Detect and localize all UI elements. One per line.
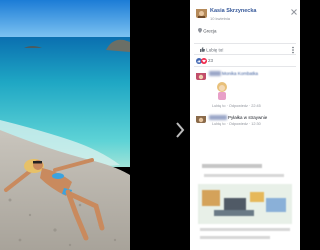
commenter-name-redacted: [209, 115, 227, 120]
commenter-avatar[interactable]: [196, 113, 206, 123]
divider: [194, 43, 296, 44]
comment-text: Pyłałka w straywnie: [228, 115, 268, 120]
post-location[interactable]: Grecja: [198, 28, 217, 34]
like-icon: [200, 47, 205, 52]
like-label: Lubię to!: [206, 47, 224, 53]
divider: [194, 54, 296, 55]
post-timestamp[interactable]: 10 kwietnia: [210, 16, 230, 21]
comment-meta[interactable]: Lubię to · Odpowiedz · 12:30: [212, 122, 261, 126]
blurred-content-panel: [194, 162, 296, 246]
location-label: Grecja: [203, 28, 217, 34]
post-sidebar: Kasia Skrzynecka 10 kwietnia Grecja Lubi…: [190, 0, 300, 250]
commenter-name-redacted: [209, 71, 221, 76]
like-button[interactable]: Lubię to!: [200, 47, 224, 53]
beach-photo: [0, 0, 130, 250]
commenter-name[interactable]: Monika Kombatka: [222, 71, 258, 76]
commenter-avatar[interactable]: [196, 70, 206, 80]
location-pin-icon: [198, 28, 202, 33]
reaction-count[interactable]: 23: [208, 58, 213, 63]
more-options-icon[interactable]: [289, 46, 297, 54]
comment-sticker: [217, 82, 227, 100]
divider: [194, 66, 296, 67]
next-photo-arrow-icon[interactable]: [172, 118, 188, 142]
comment-meta[interactable]: Lubię to · Odpowiedz · 22:45: [212, 104, 261, 108]
author-avatar[interactable]: [196, 7, 207, 18]
close-icon[interactable]: [290, 8, 298, 16]
love-reaction-icon: [201, 58, 207, 64]
author-name[interactable]: Kasia Skrzynecka: [210, 8, 256, 14]
photo-viewer: [0, 0, 190, 250]
